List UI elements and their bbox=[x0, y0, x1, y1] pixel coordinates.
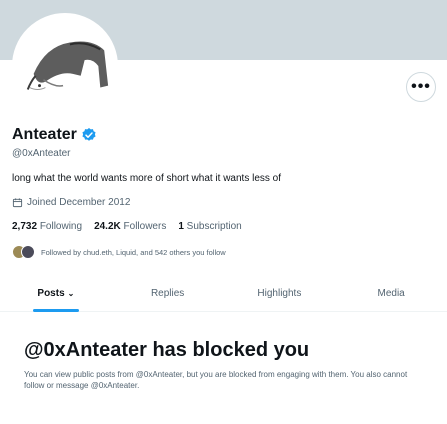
blocked-title: @0xAnteater has blocked you bbox=[24, 339, 310, 361]
followers-count: 24.2K bbox=[94, 221, 121, 232]
followed-by[interactable]: Followed by chud.eth, Liquid, and 542 ot… bbox=[12, 245, 226, 259]
tab-replies[interactable]: Replies bbox=[112, 276, 224, 311]
joined-date: Joined December 2012 bbox=[12, 197, 130, 208]
followers-label: Followers bbox=[123, 221, 167, 232]
verified-badge-icon[interactable] bbox=[81, 127, 97, 143]
followed-by-text: Followed by chud.eth, Liquid, and 542 ot… bbox=[41, 247, 226, 257]
user-handle: @0xAnteater bbox=[12, 148, 71, 159]
following-link[interactable]: 2,732 Following bbox=[12, 221, 82, 232]
followers-link[interactable]: 24.2K Followers bbox=[94, 221, 166, 232]
subscriptions-label: Subscription bbox=[186, 221, 242, 232]
tab-highlights[interactable]: Highlights bbox=[224, 276, 336, 311]
chevron-down-icon: ⌄ bbox=[67, 289, 75, 298]
profile-bio: long what the world wants more of short … bbox=[12, 173, 282, 184]
subscriptions-link[interactable]: 1 Subscription bbox=[178, 221, 241, 232]
calendar-icon bbox=[12, 198, 23, 208]
blocked-message: You can view public posts from @0xAnteat… bbox=[24, 370, 408, 390]
following-label: Following bbox=[39, 221, 83, 232]
tab-posts[interactable]: Posts ⌄ bbox=[0, 276, 112, 311]
follower-avatar bbox=[21, 245, 35, 259]
subscriptions-count: 1 bbox=[178, 221, 184, 232]
display-name: Anteater bbox=[12, 126, 77, 143]
following-count: 2,732 bbox=[12, 221, 38, 232]
tab-label: Highlights bbox=[257, 288, 302, 299]
tab-media[interactable]: Media bbox=[335, 276, 447, 311]
anteater-sketch-icon bbox=[16, 17, 114, 115]
profile-tabs: Posts ⌄ Replies Highlights Media bbox=[0, 276, 447, 312]
profile-avatar[interactable] bbox=[12, 13, 118, 119]
tab-label: Media bbox=[377, 288, 405, 299]
follower-avatars bbox=[12, 245, 35, 259]
tab-label: Replies bbox=[150, 288, 185, 299]
joined-label: Joined December 2012 bbox=[27, 197, 131, 208]
profile-stats: 2,732 Following 24.2K Followers 1 Subscr… bbox=[12, 221, 242, 232]
tab-label: Posts bbox=[37, 288, 65, 299]
name-row: Anteater bbox=[12, 126, 97, 144]
more-options-button[interactable]: ••• bbox=[406, 72, 436, 102]
